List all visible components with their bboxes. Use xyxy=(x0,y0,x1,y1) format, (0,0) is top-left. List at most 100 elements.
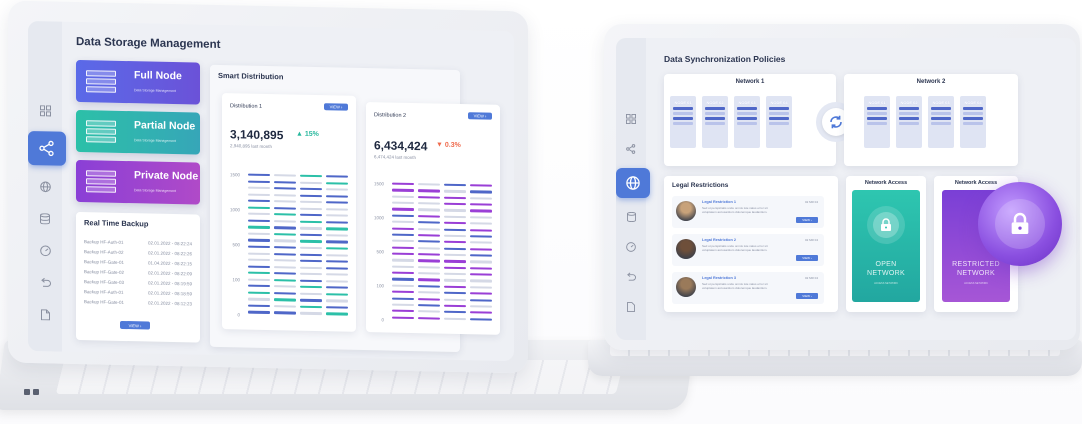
y-tick-label: 1500 xyxy=(373,181,384,187)
chart-bar xyxy=(248,199,270,203)
node-box[interactable]: NODE 04 xyxy=(766,96,792,148)
open-network-card: Network Access OPEN NETWORK ACCESS NETWOR… xyxy=(846,176,926,312)
node-storage-bar xyxy=(705,112,725,115)
chart-bar xyxy=(470,305,492,308)
chart-bar xyxy=(392,265,414,268)
chart-bar xyxy=(300,246,322,250)
distribution-2-view-button[interactable]: VIEW › xyxy=(468,112,492,120)
chart-bar xyxy=(300,240,322,243)
database-icon[interactable] xyxy=(620,206,642,228)
chart-bar xyxy=(392,214,414,218)
backup-view-button[interactable]: VIEW › xyxy=(120,320,150,330)
chart-bar xyxy=(392,227,414,230)
private-node-card[interactable]: Private Node Data Storage Management xyxy=(76,159,200,205)
chart-bar xyxy=(470,298,492,302)
chart-bar xyxy=(300,220,322,224)
node-storage-bar xyxy=(867,117,887,120)
chart-bar xyxy=(470,286,492,289)
database-icon[interactable] xyxy=(34,207,56,229)
chart-bar xyxy=(248,225,270,229)
legal-date: 02 MR 04 xyxy=(804,200,818,204)
chart-bar xyxy=(300,187,322,191)
chart-bar xyxy=(326,221,348,224)
share-icon[interactable] xyxy=(620,138,642,160)
share-icon[interactable] xyxy=(28,130,66,166)
undo-icon[interactable] xyxy=(34,271,56,293)
open-network-button[interactable]: OPEN NETWORK ACCESS NETWORK xyxy=(852,190,920,302)
backup-date: 02.01.2022 - 08:22:24 xyxy=(147,239,192,246)
left-sidebar xyxy=(28,20,66,352)
node-storage-bar xyxy=(673,122,693,125)
legal-view-button[interactable]: VIEW › xyxy=(796,255,818,261)
partial-node-label: Partial Node xyxy=(134,119,196,133)
chart-bar xyxy=(248,206,270,209)
chart-bar xyxy=(470,209,492,213)
node-box[interactable]: NODE 01 xyxy=(670,96,696,148)
legal-item[interactable]: Legal Restriction 2 02 MR 04 Sed ut perspi… xyxy=(672,234,824,266)
grid-icon[interactable] xyxy=(34,99,56,121)
chart-bar xyxy=(444,317,466,320)
file-icon[interactable] xyxy=(620,296,642,318)
chart-bar xyxy=(418,284,440,288)
legal-date: 02 MR 04 xyxy=(804,276,818,280)
private-node-sub: Data Storage Management xyxy=(134,188,177,194)
node-box[interactable]: NODE 02 xyxy=(702,96,728,148)
full-node-card[interactable]: Full Node Data Storage Management xyxy=(76,59,200,105)
chart-bar xyxy=(418,202,440,205)
chart-bar xyxy=(418,259,440,263)
chart-bar xyxy=(418,265,440,269)
legal-text: Sed ut perspiciatis unde omnis iste natu… xyxy=(702,206,768,214)
grid-icon[interactable] xyxy=(620,108,642,130)
right-sidebar xyxy=(616,38,650,340)
node-box[interactable]: NODE 02 xyxy=(896,96,922,148)
globe-icon[interactable] xyxy=(616,168,650,198)
node-box[interactable]: NODE 03 xyxy=(734,96,760,148)
globe-icon[interactable] xyxy=(34,175,56,197)
chart-bar xyxy=(418,278,440,282)
chart-bar xyxy=(418,221,440,224)
node-storage-bar xyxy=(705,117,725,120)
chart-bar xyxy=(274,226,296,230)
gauge-icon[interactable] xyxy=(34,239,56,261)
node-storage-bar xyxy=(737,107,757,110)
backup-name: Backup HF-Auth-02 xyxy=(84,248,124,255)
chart-bar xyxy=(418,246,440,250)
gauge-icon[interactable] xyxy=(620,236,642,258)
node-box[interactable]: NODE 01 xyxy=(864,96,890,148)
node-box[interactable]: NODE 03 xyxy=(928,96,954,148)
legal-name: Legal Restriction 1 xyxy=(702,200,736,204)
legal-name: Legal Restriction 2 xyxy=(702,238,736,242)
distribution-1-view-button[interactable]: VIEW › xyxy=(324,103,348,111)
avatar xyxy=(676,277,696,297)
chart-bar xyxy=(418,316,440,320)
chart-bar xyxy=(300,312,322,315)
chart-bar xyxy=(444,260,466,263)
chart-bar xyxy=(326,279,348,283)
chart-bar xyxy=(274,298,296,302)
chart-bar xyxy=(274,272,296,275)
node-storage-bar xyxy=(673,107,693,110)
node-label: NODE 03 xyxy=(738,100,756,105)
partial-node-card[interactable]: Partial Node Data Storage Management xyxy=(76,109,200,155)
legal-item[interactable]: Legal Restriction 1 02 MR 04 Sed ut perspi… xyxy=(672,196,824,228)
legal-view-button[interactable]: VIEW › xyxy=(796,293,818,299)
left-laptop-ports xyxy=(24,382,46,395)
chart-bar xyxy=(392,201,414,205)
chart-bar xyxy=(248,291,270,295)
chart-bar xyxy=(274,187,296,190)
chart-bar xyxy=(300,299,322,302)
mockup-stage: Data Storage Management Full Node Data S… xyxy=(0,0,1082,424)
legal-view-button[interactable]: VIEW › xyxy=(796,217,818,223)
node-box[interactable]: NODE 04 xyxy=(960,96,986,148)
network-2-card: Network 2 NODE 01 NODE 02 NODE 03 NODE 04 xyxy=(844,74,1018,166)
chart-bar xyxy=(418,291,440,294)
chart-bar xyxy=(444,228,466,231)
legal-item[interactable]: Legal Restriction 3 02 MR 04 Sed ut perspi… xyxy=(672,272,824,304)
chart-bar xyxy=(470,279,492,283)
private-node-label: Private Node xyxy=(134,169,199,183)
chart-bar xyxy=(470,247,492,251)
undo-icon[interactable] xyxy=(620,266,642,288)
chart-bar xyxy=(418,234,440,237)
file-icon[interactable] xyxy=(34,303,56,325)
chart-bar xyxy=(392,188,414,192)
